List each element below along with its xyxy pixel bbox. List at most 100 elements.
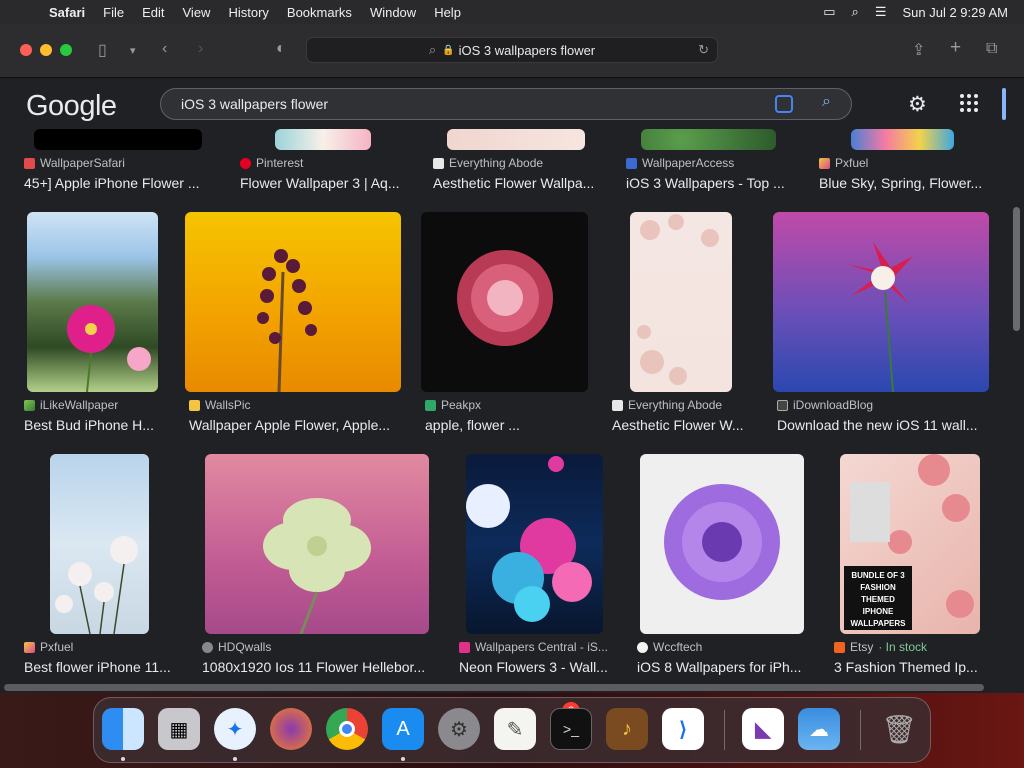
vscode-icon[interactable]: ⟩ xyxy=(662,708,704,750)
result-source[interactable]: WallpaperAccess xyxy=(626,156,734,170)
running-indicator xyxy=(233,757,237,761)
firefox-icon[interactable] xyxy=(270,708,312,750)
launchpad-icon[interactable]: ▦ xyxy=(158,708,200,750)
result-image[interactable] xyxy=(640,454,804,634)
address-bar[interactable]: ⌕ 🔒 iOS 3 wallpapers flower ↻ xyxy=(306,37,718,63)
search-input[interactable]: iOS 3 wallpapers flower ⌕ xyxy=(160,88,852,120)
result-title[interactable]: Aesthetic Flower W... xyxy=(612,417,757,433)
new-tab-icon[interactable]: + xyxy=(950,37,961,59)
app-store-icon[interactable]: A xyxy=(382,708,424,750)
menu-edit[interactable]: Edit xyxy=(133,5,173,20)
close-window-button[interactable] xyxy=(20,44,32,56)
result-source[interactable]: WallsPic xyxy=(189,398,251,412)
result-image[interactable] xyxy=(27,212,158,392)
result-source[interactable]: Wccftech xyxy=(637,640,702,654)
menu-bookmarks[interactable]: Bookmarks xyxy=(278,5,361,20)
result-image[interactable] xyxy=(641,129,776,150)
result-image[interactable] xyxy=(50,454,149,634)
result-title[interactable]: 3 Fashion Themed Ip... xyxy=(834,659,984,675)
result-source[interactable]: iDownloadBlog xyxy=(777,398,873,412)
result-source[interactable]: Pxfuel xyxy=(819,156,868,170)
result-source[interactable]: Pinterest xyxy=(240,156,303,170)
result-source[interactable]: iLikeWallpaper xyxy=(24,398,118,412)
result-image[interactable] xyxy=(630,212,732,392)
menu-help[interactable]: Help xyxy=(425,5,470,20)
result-image[interactable] xyxy=(275,129,371,150)
horizontal-scrollbar[interactable] xyxy=(4,684,984,691)
spotlight-search-icon[interactable]: ⌕ xyxy=(852,4,859,20)
result-source[interactable]: HDQwalls xyxy=(202,640,271,654)
result-image[interactable] xyxy=(185,212,401,392)
result-image[interactable] xyxy=(773,212,989,392)
result-source[interactable]: WallpaperSafari xyxy=(24,156,125,170)
safari-icon[interactable]: ✦ xyxy=(214,708,256,750)
search-icon[interactable]: ⌕ xyxy=(822,93,831,111)
back-button[interactable]: ‹ xyxy=(162,40,167,58)
google-lens-icon[interactable] xyxy=(775,95,793,113)
google-apps-icon[interactable] xyxy=(960,94,978,112)
menu-view[interactable]: View xyxy=(174,5,220,20)
source-favicon-icon xyxy=(425,399,436,411)
result-source[interactable]: Etsy · In stock xyxy=(834,640,927,654)
result-title[interactable]: 45+] Apple iPhone Flower ... xyxy=(24,175,214,191)
menu-app-name[interactable]: Safari xyxy=(40,5,94,20)
result-image[interactable]: BUNDLE OF 3 FASHION THEMED IPHONE WALLPA… xyxy=(840,454,980,634)
visual-studio-icon[interactable]: ◣ xyxy=(742,708,784,750)
zoom-window-button[interactable] xyxy=(60,44,72,56)
share-icon[interactable]: ⇪ xyxy=(912,40,925,60)
forward-button[interactable]: › xyxy=(198,40,203,58)
result-title[interactable]: Neon Flowers 3 - Wall... xyxy=(459,659,614,675)
menu-file[interactable]: File xyxy=(94,5,133,20)
chevron-down-icon[interactable]: ▾ xyxy=(130,44,136,57)
reload-icon[interactable]: ↻ xyxy=(698,42,709,58)
result-source[interactable]: Wallpapers Central - iS... xyxy=(459,640,608,654)
terminal-icon[interactable]: >_ xyxy=(550,708,592,750)
result-title[interactable]: Aesthetic Flower Wallpa... xyxy=(433,175,603,191)
vertical-scrollbar[interactable] xyxy=(1008,129,1024,691)
tab-overview-icon[interactable]: ⧉ xyxy=(986,40,997,58)
dock: ▦ ✦ A ⚙ 2 ✎ >_ ♪ ⟩ ◣ ☁ 🗑 xyxy=(93,697,931,763)
screen-mirroring-icon[interactable]: ▭ xyxy=(823,4,835,20)
result-title[interactable]: Flower Wallpaper 3 | Aq... xyxy=(240,175,410,191)
sidebar-toggle-icon[interactable]: ▯ xyxy=(98,40,107,60)
result-title[interactable]: Best flower iPhone 11... xyxy=(24,659,179,675)
result-source[interactable]: Everything Abode xyxy=(433,156,543,170)
google-logo[interactable]: Google xyxy=(26,90,117,123)
result-image[interactable] xyxy=(447,129,585,150)
result-source[interactable]: Peakpx xyxy=(425,398,481,412)
purple-dahlia-image xyxy=(664,484,780,600)
result-source[interactable]: Everything Abode xyxy=(612,398,722,412)
result-image[interactable] xyxy=(205,454,429,634)
result-title[interactable]: apple, flower ... xyxy=(425,417,595,433)
textedit-icon[interactable]: ✎ xyxy=(494,708,536,750)
result-title[interactable]: Best Bud iPhone H... xyxy=(24,417,164,433)
source-favicon-icon xyxy=(24,157,35,169)
menu-window[interactable]: Window xyxy=(361,5,425,20)
result-image[interactable] xyxy=(851,129,954,150)
result-title[interactable]: Wallpaper Apple Flower, Apple... xyxy=(189,417,404,433)
result-source[interactable]: Pxfuel xyxy=(24,640,73,654)
result-image[interactable] xyxy=(466,454,603,634)
privacy-shield-icon[interactable]: ◐ xyxy=(276,40,286,58)
result-title[interactable]: 1080x1920 Ios 11 Flower Hellebor... xyxy=(202,659,434,675)
account-avatar-edge[interactable] xyxy=(1002,88,1006,120)
chrome-icon[interactable] xyxy=(326,708,368,750)
result-title[interactable]: Download the new iOS 11 wall... xyxy=(777,417,992,433)
garageband-icon[interactable]: ♪ xyxy=(606,708,648,750)
minimize-window-button[interactable] xyxy=(40,44,52,56)
menu-history[interactable]: History xyxy=(219,5,277,20)
menu-clock[interactable]: Sun Jul 2 9:29 AM xyxy=(902,5,1008,20)
control-center-icon[interactable]: ☰ xyxy=(875,4,887,20)
result-title[interactable]: iOS 3 Wallpapers - Top ... xyxy=(626,175,796,191)
scrollbar-thumb[interactable] xyxy=(1013,207,1020,331)
source-favicon-icon xyxy=(433,157,444,169)
result-title[interactable]: Blue Sky, Spring, Flower... xyxy=(819,175,989,191)
result-image[interactable] xyxy=(421,212,588,392)
system-settings-icon[interactable]: ⚙ xyxy=(438,708,480,750)
result-image[interactable] xyxy=(34,129,202,150)
result-title[interactable]: iOS 8 Wallpapers for iPh... xyxy=(637,659,807,675)
weather-icon[interactable]: ☁ xyxy=(798,708,840,750)
finder-icon[interactable] xyxy=(102,708,144,750)
trash-icon[interactable]: 🗑 xyxy=(878,708,920,750)
settings-gear-icon[interactable]: ⚙ xyxy=(908,92,927,117)
